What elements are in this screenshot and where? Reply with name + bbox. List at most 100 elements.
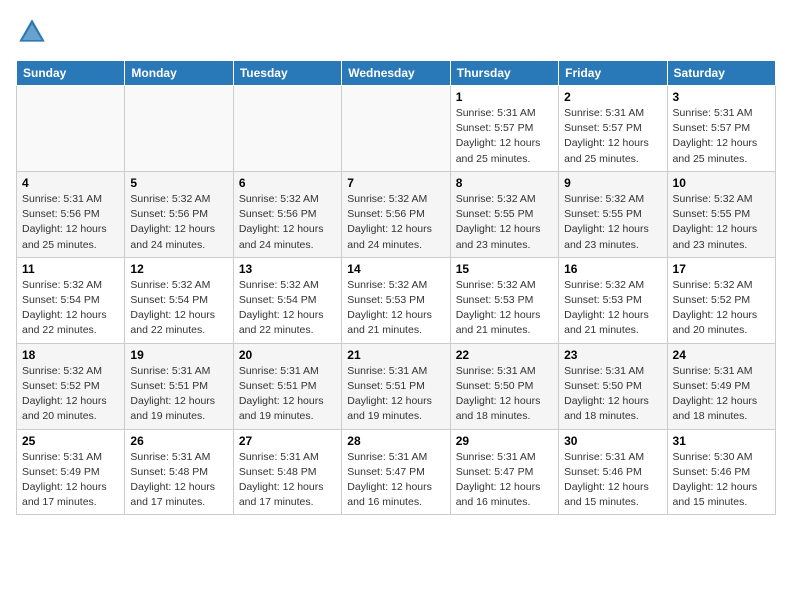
day-number: 5 bbox=[130, 176, 227, 190]
day-cell: 16 Sunrise: 5:32 AMSunset: 5:53 PMDayligh… bbox=[559, 257, 667, 343]
day-cell: 26 Sunrise: 5:31 AMSunset: 5:48 PMDayligh… bbox=[125, 429, 233, 515]
header-tuesday: Tuesday bbox=[233, 61, 341, 86]
day-cell bbox=[125, 86, 233, 172]
logo bbox=[16, 16, 52, 48]
day-cell: 5 Sunrise: 5:32 AMSunset: 5:56 PMDaylight… bbox=[125, 171, 233, 257]
day-cell: 9 Sunrise: 5:32 AMSunset: 5:55 PMDaylight… bbox=[559, 171, 667, 257]
day-number: 10 bbox=[673, 176, 770, 190]
day-info: Sunrise: 5:31 AMSunset: 5:46 PMDaylight:… bbox=[564, 450, 661, 511]
day-info: Sunrise: 5:30 AMSunset: 5:46 PMDaylight:… bbox=[673, 450, 770, 511]
day-number: 29 bbox=[456, 434, 553, 448]
header-wednesday: Wednesday bbox=[342, 61, 450, 86]
day-info: Sunrise: 5:31 AMSunset: 5:50 PMDaylight:… bbox=[456, 364, 553, 425]
day-info: Sunrise: 5:32 AMSunset: 5:54 PMDaylight:… bbox=[130, 278, 227, 339]
day-number: 22 bbox=[456, 348, 553, 362]
day-cell: 10 Sunrise: 5:32 AMSunset: 5:55 PMDayligh… bbox=[667, 171, 775, 257]
day-number: 7 bbox=[347, 176, 444, 190]
week-row-5: 25 Sunrise: 5:31 AMSunset: 5:49 PMDayligh… bbox=[17, 429, 776, 515]
day-cell: 1 Sunrise: 5:31 AMSunset: 5:57 PMDaylight… bbox=[450, 86, 558, 172]
day-info: Sunrise: 5:31 AMSunset: 5:49 PMDaylight:… bbox=[22, 450, 119, 511]
day-info: Sunrise: 5:31 AMSunset: 5:49 PMDaylight:… bbox=[673, 364, 770, 425]
day-number: 26 bbox=[130, 434, 227, 448]
day-info: Sunrise: 5:32 AMSunset: 5:52 PMDaylight:… bbox=[22, 364, 119, 425]
day-cell: 28Sunrise: 5:31 AMSunset: 5:47 PMDayligh… bbox=[342, 429, 450, 515]
day-number: 27 bbox=[239, 434, 336, 448]
day-cell: 4 Sunrise: 5:31 AMSunset: 5:56 PMDaylight… bbox=[17, 171, 125, 257]
day-cell: 8 Sunrise: 5:32 AMSunset: 5:55 PMDaylight… bbox=[450, 171, 558, 257]
day-number: 20 bbox=[239, 348, 336, 362]
logo-icon bbox=[16, 16, 48, 48]
day-number: 12 bbox=[130, 262, 227, 276]
day-cell: 19 Sunrise: 5:31 AMSunset: 5:51 PMDayligh… bbox=[125, 343, 233, 429]
day-cell: 22 Sunrise: 5:31 AMSunset: 5:50 PMDayligh… bbox=[450, 343, 558, 429]
header-saturday: Saturday bbox=[667, 61, 775, 86]
week-row-2: 4 Sunrise: 5:31 AMSunset: 5:56 PMDaylight… bbox=[17, 171, 776, 257]
day-number: 18 bbox=[22, 348, 119, 362]
day-info: Sunrise: 5:31 AMSunset: 5:56 PMDaylight:… bbox=[22, 192, 119, 253]
day-number: 13 bbox=[239, 262, 336, 276]
day-cell: 31 Sunrise: 5:30 AMSunset: 5:46 PMDayligh… bbox=[667, 429, 775, 515]
day-cell bbox=[17, 86, 125, 172]
week-row-3: 11 Sunrise: 5:32 AMSunset: 5:54 PMDayligh… bbox=[17, 257, 776, 343]
day-info: Sunrise: 5:32 AMSunset: 5:53 PMDaylight:… bbox=[456, 278, 553, 339]
day-cell: 24 Sunrise: 5:31 AMSunset: 5:49 PMDayligh… bbox=[667, 343, 775, 429]
day-number: 14 bbox=[347, 262, 444, 276]
day-info: Sunrise: 5:31 AMSunset: 5:51 PMDaylight:… bbox=[347, 364, 444, 425]
day-number: 16 bbox=[564, 262, 661, 276]
day-cell: 7 Sunrise: 5:32 AMSunset: 5:56 PMDaylight… bbox=[342, 171, 450, 257]
day-number: 6 bbox=[239, 176, 336, 190]
day-info: Sunrise: 5:32 AMSunset: 5:55 PMDaylight:… bbox=[673, 192, 770, 253]
day-cell: 25 Sunrise: 5:31 AMSunset: 5:49 PMDayligh… bbox=[17, 429, 125, 515]
day-cell: 12 Sunrise: 5:32 AMSunset: 5:54 PMDayligh… bbox=[125, 257, 233, 343]
day-info: Sunrise: 5:31 AMSunset: 5:48 PMDaylight:… bbox=[130, 450, 227, 511]
day-cell: 14Sunrise: 5:32 AMSunset: 5:53 PMDayligh… bbox=[342, 257, 450, 343]
calendar: SundayMondayTuesdayWednesdayThursdayFrid… bbox=[16, 60, 776, 515]
day-cell: 23Sunrise: 5:31 AMSunset: 5:50 PMDayligh… bbox=[559, 343, 667, 429]
day-number: 1 bbox=[456, 90, 553, 104]
day-info: Sunrise: 5:31 AMSunset: 5:51 PMDaylight:… bbox=[239, 364, 336, 425]
day-number: 11 bbox=[22, 262, 119, 276]
day-cell: 15 Sunrise: 5:32 AMSunset: 5:53 PMDayligh… bbox=[450, 257, 558, 343]
day-cell: 2 Sunrise: 5:31 AMSunset: 5:57 PMDaylight… bbox=[559, 86, 667, 172]
day-cell: 21 Sunrise: 5:31 AMSunset: 5:51 PMDayligh… bbox=[342, 343, 450, 429]
day-info: Sunrise: 5:31 AMSunset: 5:51 PMDaylight:… bbox=[130, 364, 227, 425]
day-number: 31 bbox=[673, 434, 770, 448]
day-info: Sunrise: 5:32 AMSunset: 5:54 PMDaylight:… bbox=[239, 278, 336, 339]
day-number: 21 bbox=[347, 348, 444, 362]
day-number: 9 bbox=[564, 176, 661, 190]
day-number: 3 bbox=[673, 90, 770, 104]
day-cell: 13 Sunrise: 5:32 AMSunset: 5:54 PMDayligh… bbox=[233, 257, 341, 343]
day-number: 2 bbox=[564, 90, 661, 104]
day-cell: 29 Sunrise: 5:31 AMSunset: 5:47 PMDayligh… bbox=[450, 429, 558, 515]
week-row-4: 18 Sunrise: 5:32 AMSunset: 5:52 PMDayligh… bbox=[17, 343, 776, 429]
day-info: Sunrise: 5:31 AMSunset: 5:47 PMDaylight:… bbox=[456, 450, 553, 511]
day-info: Sunrise: 5:31 AMSunset: 5:48 PMDaylight:… bbox=[239, 450, 336, 511]
day-cell: 3Sunrise: 5:31 AMSunset: 5:57 PMDaylight… bbox=[667, 86, 775, 172]
day-info: Sunrise: 5:31 AMSunset: 5:57 PMDaylight:… bbox=[456, 106, 553, 167]
day-number: 25 bbox=[22, 434, 119, 448]
day-cell: 20 Sunrise: 5:31 AMSunset: 5:51 PMDayligh… bbox=[233, 343, 341, 429]
day-number: 17 bbox=[673, 262, 770, 276]
day-info: Sunrise: 5:32 AMSunset: 5:55 PMDaylight:… bbox=[456, 192, 553, 253]
day-info: Sunrise: 5:32 AMSunset: 5:53 PMDaylight:… bbox=[564, 278, 661, 339]
day-cell bbox=[342, 86, 450, 172]
page-header bbox=[16, 16, 776, 48]
day-info: Sunrise: 5:31 AMSunset: 5:57 PMDaylight:… bbox=[564, 106, 661, 167]
day-cell: 6Sunrise: 5:32 AMSunset: 5:56 PMDaylight… bbox=[233, 171, 341, 257]
day-number: 15 bbox=[456, 262, 553, 276]
day-number: 28 bbox=[347, 434, 444, 448]
day-number: 24 bbox=[673, 348, 770, 362]
day-info: Sunrise: 5:32 AMSunset: 5:54 PMDaylight:… bbox=[22, 278, 119, 339]
header-friday: Friday bbox=[559, 61, 667, 86]
day-info: Sunrise: 5:32 AMSunset: 5:56 PMDaylight:… bbox=[347, 192, 444, 253]
day-number: 8 bbox=[456, 176, 553, 190]
day-info: Sunrise: 5:32 AMSunset: 5:56 PMDaylight:… bbox=[130, 192, 227, 253]
day-info: Sunrise: 5:32 AMSunset: 5:52 PMDaylight:… bbox=[673, 278, 770, 339]
day-info: Sunrise: 5:32 AMSunset: 5:55 PMDaylight:… bbox=[564, 192, 661, 253]
day-number: 4 bbox=[22, 176, 119, 190]
day-cell bbox=[233, 86, 341, 172]
day-number: 19 bbox=[130, 348, 227, 362]
header-monday: Monday bbox=[125, 61, 233, 86]
header-thursday: Thursday bbox=[450, 61, 558, 86]
day-cell: 11 Sunrise: 5:32 AMSunset: 5:54 PMDayligh… bbox=[17, 257, 125, 343]
